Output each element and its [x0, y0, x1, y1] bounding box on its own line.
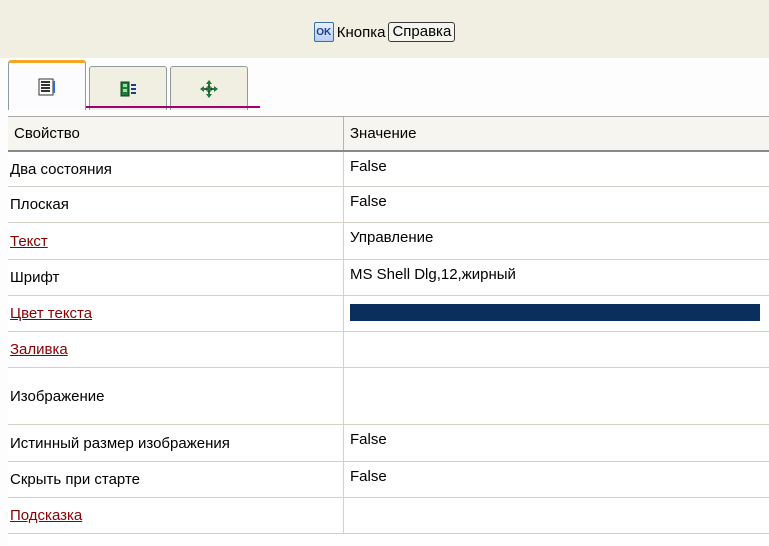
events-icon [120, 81, 136, 96]
property-value[interactable]: False [344, 462, 769, 497]
property-link[interactable]: Подсказка [10, 507, 82, 524]
property-name: Изображение [8, 368, 344, 424]
properties-list-icon [38, 78, 55, 95]
title-row: OK Кнопка Справка [0, 22, 769, 42]
property-name: Текст [8, 223, 344, 259]
property-name: Заливка [8, 332, 344, 367]
property-link[interactable]: Цвет текста [10, 305, 92, 322]
property-row-two-states[interactable]: Два состояния False [8, 152, 769, 187]
property-value[interactable] [344, 368, 769, 424]
property-editor-window: OK Кнопка Справка Свойство Значение Два … [0, 0, 769, 546]
property-name: Два состояния [8, 152, 344, 186]
property-name: Подсказка [8, 498, 344, 533]
property-row-true-image-size[interactable]: Истинный размер изображения False [8, 425, 769, 462]
property-row-tooltip[interactable]: Подсказка [8, 498, 769, 534]
property-value[interactable]: MS Shell Dlg,12,жирный [344, 260, 769, 295]
property-name: Скрыть при старте [8, 462, 344, 497]
property-name: Цвет текста [8, 296, 344, 331]
layout-move-icon [200, 79, 218, 98]
property-value[interactable] [344, 332, 769, 367]
column-header-property[interactable]: Свойство [8, 117, 344, 150]
property-value[interactable]: False [344, 187, 769, 222]
component-title: Кнопка [336, 23, 386, 41]
property-name: Шрифт [8, 260, 344, 295]
help-button[interactable]: Справка [388, 22, 456, 42]
tab-events[interactable] [89, 66, 167, 110]
property-value[interactable] [344, 296, 769, 331]
property-row-image[interactable]: Изображение [8, 368, 769, 425]
property-value[interactable]: False [344, 425, 769, 461]
property-value[interactable]: Управление [344, 223, 769, 259]
property-link[interactable]: Текст [10, 233, 48, 250]
property-row-flat[interactable]: Плоская False [8, 187, 769, 223]
editor-header: OK Кнопка Справка [0, 0, 769, 58]
property-name: Истинный размер изображения [8, 425, 344, 461]
column-header-value[interactable]: Значение [344, 117, 769, 150]
property-link[interactable]: Заливка [10, 341, 68, 358]
property-row-text-color[interactable]: Цвет текста [8, 296, 769, 332]
color-swatch[interactable] [350, 304, 760, 321]
property-row-text[interactable]: Текст Управление [8, 223, 769, 260]
tab-layout[interactable] [170, 66, 248, 110]
property-value[interactable]: False [344, 152, 769, 186]
property-grid: Свойство Значение Два состояния False Пл… [8, 116, 769, 546]
property-row-font[interactable]: Шрифт MS Shell Dlg,12,жирный [8, 260, 769, 296]
property-row-fill[interactable]: Заливка [8, 332, 769, 368]
tab-bar [8, 58, 251, 110]
property-name: Плоская [8, 187, 344, 222]
ok-button-icon: OK [313, 22, 334, 42]
property-value[interactable] [344, 498, 769, 533]
tab-properties[interactable] [8, 60, 86, 110]
grid-header: Свойство Значение [8, 116, 769, 152]
property-row-hide-on-start[interactable]: Скрыть при старте False [8, 462, 769, 498]
